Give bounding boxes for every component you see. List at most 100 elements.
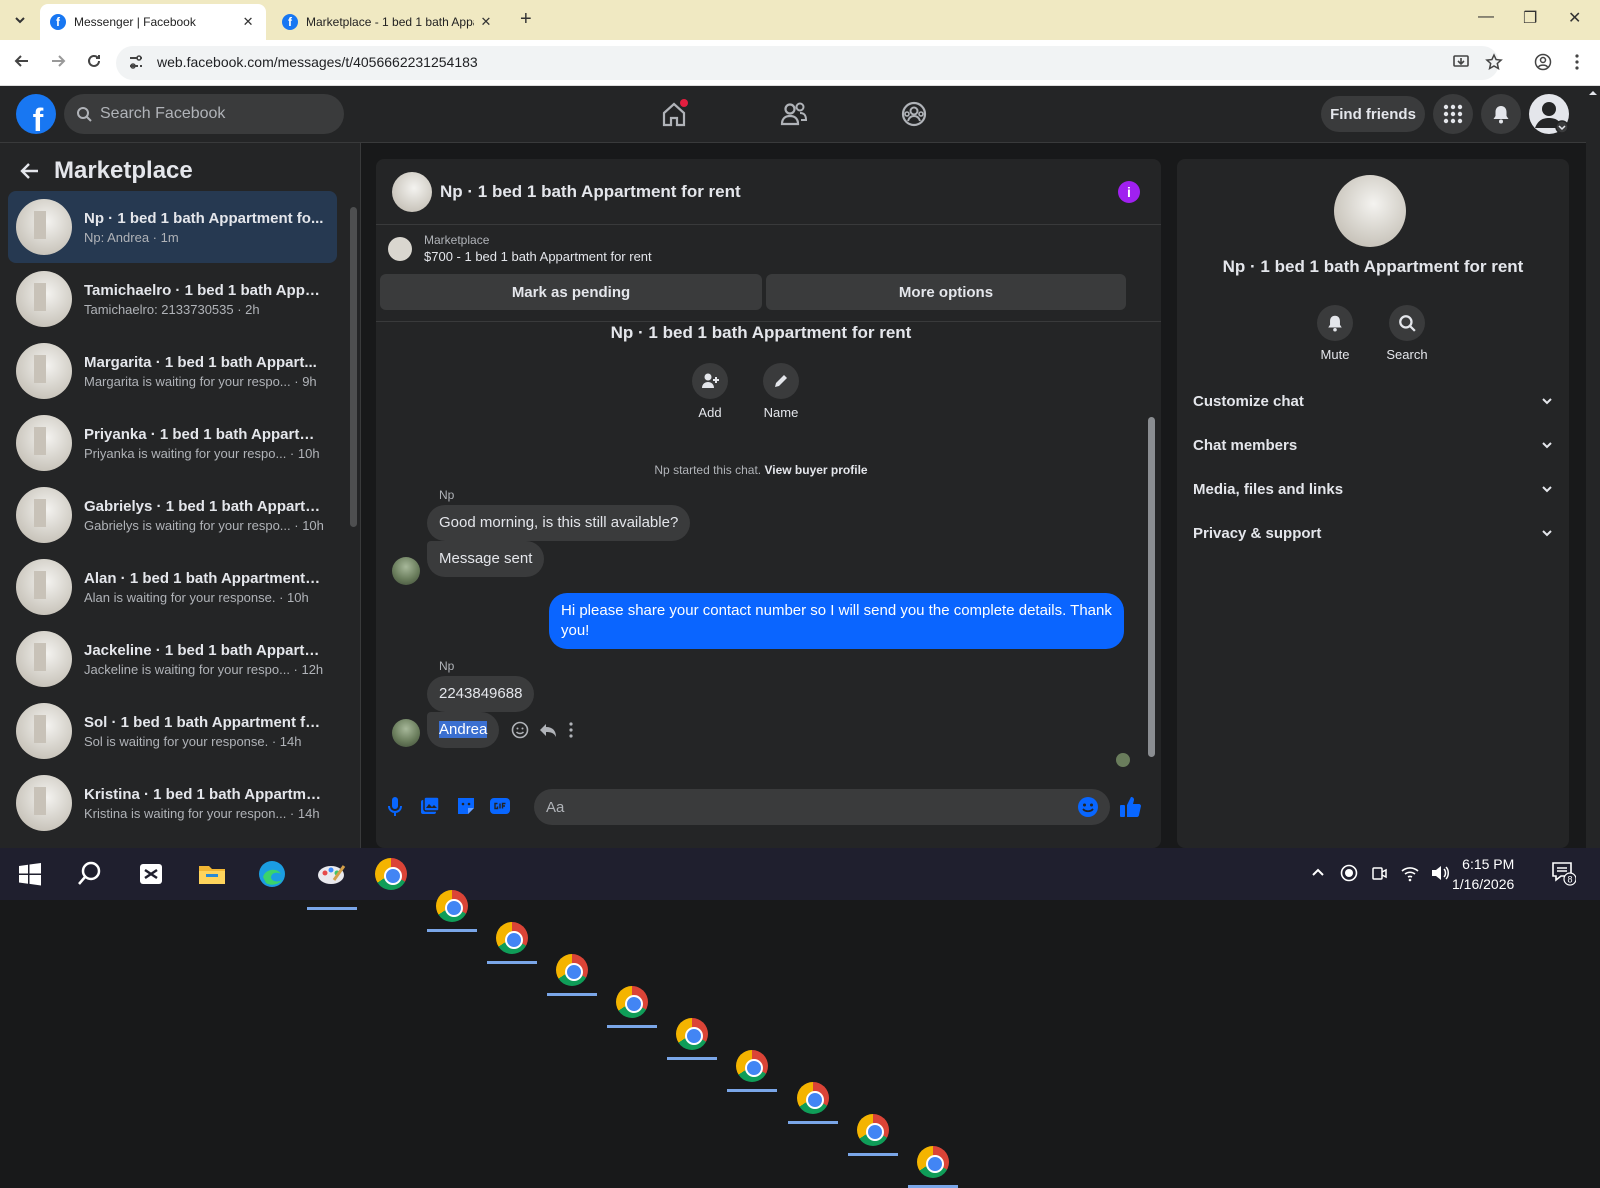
- mute-action[interactable]: Mute: [1305, 305, 1365, 362]
- emoji-icon[interactable]: [1077, 796, 1099, 818]
- conversation-item[interactable]: Np · 1 bed 1 bath Appartment fo... Np: An…: [8, 191, 337, 263]
- paint-app-icon[interactable]: [307, 858, 357, 910]
- url-text[interactable]: web.facebook.com/messages/t/405666223125…: [157, 54, 478, 70]
- selected-message-text[interactable]: Andrea: [439, 721, 488, 738]
- page-scrollbar[interactable]: [1586, 86, 1600, 848]
- back-button[interactable]: [14, 53, 30, 69]
- conversation-preview: Jackeline is waiting for your respo... ·…: [84, 661, 324, 677]
- like-thumb-icon[interactable]: [1118, 795, 1141, 817]
- scroll-up-icon[interactable]: [1586, 86, 1600, 100]
- friends-icon[interactable]: [778, 98, 810, 130]
- notification-center-icon[interactable]: 8: [1550, 860, 1576, 886]
- tab-marketplace[interactable]: f Marketplace - 1 bed 1 bath Appartment …: [272, 4, 504, 40]
- file-explorer-icon[interactable]: [196, 858, 228, 890]
- react-icon[interactable]: [511, 721, 529, 739]
- tab-messenger[interactable]: f Messenger | Facebook ✕: [40, 4, 266, 40]
- chat-members-section[interactable]: Chat members: [1193, 425, 1553, 465]
- menu-grid-button[interactable]: [1433, 94, 1473, 134]
- browser-menu-icon[interactable]: [1574, 53, 1580, 71]
- gif-icon[interactable]: [489, 795, 511, 817]
- conversation-item[interactable]: Alan · 1 bed 1 bath Appartment f... Alan …: [8, 551, 337, 623]
- tab-search-dropdown[interactable]: [8, 8, 32, 32]
- back-arrow-icon[interactable]: [20, 161, 40, 181]
- sender-avatar[interactable]: [392, 557, 420, 585]
- show-hidden-icons-chevron-icon[interactable]: [1310, 864, 1326, 880]
- marketplace-listing-banner[interactable]: Marketplace $700 - 1 bed 1 bath Appartme…: [388, 233, 652, 264]
- facebook-logo[interactable]: f: [16, 94, 56, 134]
- wifi-icon[interactable]: [1400, 864, 1420, 882]
- sender-avatar[interactable]: [392, 719, 420, 747]
- incoming-message[interactable]: Message sent: [427, 541, 545, 577]
- close-tab-icon[interactable]: ✕: [478, 14, 494, 30]
- attach-photo-icon[interactable]: [419, 795, 441, 817]
- add-people-action[interactable]: Add: [680, 363, 740, 420]
- info-icon[interactable]: i: [1118, 181, 1140, 203]
- more-options-button[interactable]: More options: [766, 274, 1126, 310]
- site-info-icon[interactable]: [128, 54, 144, 70]
- notifications-button[interactable]: [1481, 94, 1521, 134]
- minimize-button[interactable]: —: [1478, 8, 1494, 26]
- profile-icon[interactable]: [1534, 53, 1552, 71]
- search-in-chat-action[interactable]: Search: [1377, 305, 1437, 362]
- sidebar-scrollbar[interactable]: [350, 207, 357, 527]
- more-actions-icon[interactable]: [569, 721, 573, 739]
- microphone-icon[interactable]: [384, 795, 406, 817]
- chrome-profile-icon[interactable]: [908, 1146, 958, 1188]
- media-files-links-section[interactable]: Media, files and links: [1193, 469, 1553, 509]
- incoming-message[interactable]: 2243849688: [427, 676, 535, 712]
- record-icon[interactable]: [1340, 864, 1358, 882]
- edge-browser-icon[interactable]: [256, 858, 288, 890]
- conversation-item[interactable]: Kristina · 1 bed 1 bath Appartme... Krist…: [8, 767, 337, 839]
- chat-avatar[interactable]: [392, 171, 432, 212]
- find-friends-button[interactable]: Find friends: [1321, 96, 1425, 132]
- chrome-profile-icon[interactable]: [727, 1050, 777, 1092]
- task-view-icon[interactable]: [135, 858, 167, 890]
- restore-button[interactable]: ❐: [1523, 8, 1537, 28]
- chrome-profile-icon[interactable]: [667, 1018, 717, 1060]
- conversation-item[interactable]: Gabrielys · 1 bed 1 bath Appartm... Gabri…: [8, 479, 337, 551]
- view-buyer-profile-link[interactable]: View buyer profile: [764, 463, 867, 477]
- reply-icon[interactable]: [539, 721, 557, 739]
- reload-button[interactable]: [86, 53, 102, 69]
- chrome-profile-icon[interactable]: [487, 922, 537, 964]
- user-silhouette-icon: [1535, 102, 1569, 134]
- search-input[interactable]: Search Facebook: [64, 94, 344, 134]
- incoming-message[interactable]: Good morning, is this still available?: [427, 505, 691, 541]
- conversation-item[interactable]: Priyanka · 1 bed 1 bath Appartm... Priyan…: [8, 407, 337, 479]
- conversation-item[interactable]: Sol · 1 bed 1 bath Appartment fo... Sol i…: [8, 695, 337, 767]
- chat-title[interactable]: Np · 1 bed 1 bath Appartment for rent: [440, 182, 741, 202]
- home-icon[interactable]: [658, 98, 690, 130]
- close-tab-icon[interactable]: ✕: [240, 14, 256, 30]
- meet-now-icon[interactable]: [1370, 864, 1388, 882]
- sticker-icon[interactable]: [455, 795, 477, 817]
- conversation-name: Sol · 1 bed 1 bath Appartment fo...: [84, 713, 324, 731]
- name-chat-action[interactable]: Name: [751, 363, 811, 420]
- account-avatar[interactable]: [1529, 94, 1569, 134]
- forward-button[interactable]: [50, 53, 66, 69]
- install-app-icon[interactable]: [1452, 53, 1470, 71]
- customize-chat-section[interactable]: Customize chat: [1193, 381, 1553, 421]
- chrome-profile-icon[interactable]: [427, 890, 477, 932]
- privacy-support-section[interactable]: Privacy & support: [1193, 513, 1553, 553]
- conversation-item[interactable]: Jackeline · 1 bed 1 bath Appartm... Jacke…: [8, 623, 337, 695]
- outgoing-message[interactable]: Hi please share your contact number so I…: [549, 593, 1124, 649]
- chrome-profile-icon[interactable]: [547, 954, 597, 996]
- close-window-button[interactable]: ✕: [1568, 8, 1581, 28]
- mark-as-pending-button[interactable]: Mark as pending: [380, 274, 762, 310]
- new-tab-button[interactable]: +: [520, 8, 532, 31]
- windows-start-icon[interactable]: [14, 858, 46, 890]
- bookmark-star-icon[interactable]: [1485, 53, 1503, 71]
- volume-icon[interactable]: [1430, 864, 1450, 882]
- chrome-profile-icon[interactable]: [607, 986, 657, 1028]
- system-clock[interactable]: 6:15 PM 1/16/2026: [1452, 854, 1514, 894]
- search-icon[interactable]: [74, 858, 106, 890]
- conversation-item[interactable]: Tamichaelro · 1 bed 1 bath Appa... Tamich…: [8, 263, 337, 335]
- chrome-icon[interactable]: [375, 858, 407, 890]
- incoming-message[interactable]: Andrea: [427, 712, 500, 748]
- groups-icon[interactable]: [898, 98, 930, 130]
- chrome-profile-icon[interactable]: [848, 1114, 898, 1156]
- conversation-item[interactable]: Margarita · 1 bed 1 bath Appart... Margar…: [8, 335, 337, 407]
- message-input[interactable]: Aa: [534, 789, 1110, 825]
- chrome-profile-icon-active[interactable]: [788, 1082, 838, 1124]
- chat-scrollbar[interactable]: [1148, 417, 1155, 757]
